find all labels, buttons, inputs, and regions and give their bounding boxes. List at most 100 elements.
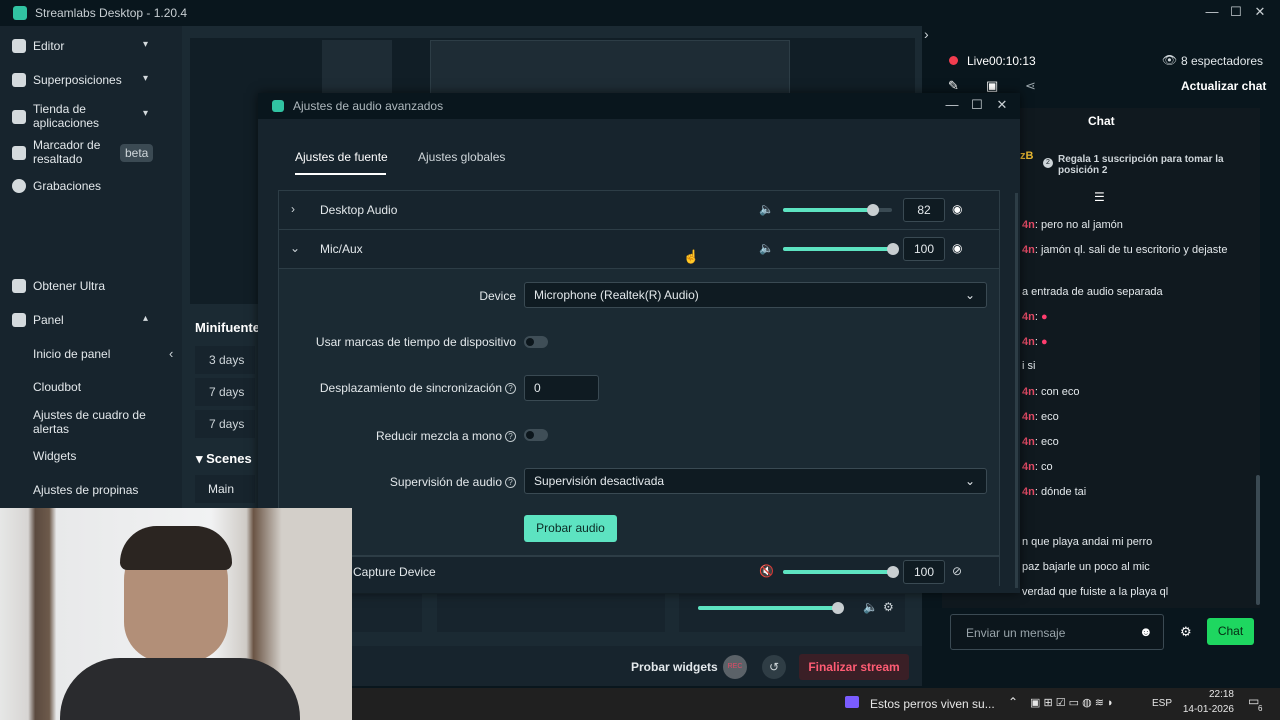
gear-icon[interactable]: ⚙ xyxy=(1180,624,1192,640)
chat-send-button[interactable]: Chat xyxy=(1207,618,1254,645)
eye-icon[interactable]: ◉ xyxy=(952,202,962,216)
chat-username[interactable]: 4n xyxy=(1022,336,1035,348)
clock-time[interactable]: 22:18 xyxy=(1192,689,1234,700)
source-row-capture-device[interactable]: Capture Device 🔇 100 ⊘ xyxy=(278,556,1000,586)
minimize-icon[interactable]: — xyxy=(1202,4,1222,19)
preview-sidebar xyxy=(322,40,392,96)
preview-content xyxy=(430,40,790,96)
chevron-down-icon: ▾ xyxy=(143,108,149,119)
chat-username[interactable]: 4n xyxy=(1022,244,1035,256)
speaker-icon[interactable]: 🔈 xyxy=(863,600,878,614)
sidebar-item-app-store[interactable]: Tienda de aplicaciones ▾ xyxy=(0,102,182,132)
volume-slider[interactable] xyxy=(783,204,892,216)
viewer-count: 8 espectadores xyxy=(1181,54,1264,68)
tab-global-settings[interactable]: Ajustes globales xyxy=(418,150,505,164)
chat-username[interactable]: 4n xyxy=(1022,486,1035,498)
chat-message: 4n: eco xyxy=(1022,436,1059,448)
person-hair xyxy=(120,526,232,570)
source-row-mic-aux[interactable]: ⌄ Mic/Aux 🔈 100 ◉ xyxy=(278,229,1000,268)
timestamps-toggle[interactable] xyxy=(524,336,548,348)
feed-item: 3 days xyxy=(195,346,255,374)
edit-icon[interactable]: ✎ xyxy=(948,78,959,94)
tray-icons[interactable]: ▣ ⊞ ☑ ▭ ◍ ≋ ◗ xyxy=(1030,696,1114,709)
sidebar-sub-dashboard[interactable]: Inicio de panel xyxy=(0,347,182,363)
chat-scrollbar[interactable] xyxy=(1256,475,1260,605)
sidebar-item-panel[interactable]: Panel ▴ xyxy=(0,313,182,329)
volume-input[interactable]: 100 xyxy=(903,560,945,584)
sidebar-sub-tips[interactable]: Ajustes de propinas xyxy=(0,483,182,499)
sidebar-sub-alertbox[interactable]: Ajustes de cuadro de alertas xyxy=(0,408,182,438)
volume-slider[interactable] xyxy=(783,566,899,578)
volume-input[interactable]: 82 xyxy=(903,198,945,222)
chevron-right-icon[interactable]: › xyxy=(924,26,929,42)
monitoring-label: Supervisión de audio? xyxy=(276,475,516,489)
emoji-icon[interactable]: ☻ xyxy=(1139,624,1153,639)
mixer-volume-slider[interactable] xyxy=(698,602,844,614)
media-title[interactable]: Estos perros viven su... xyxy=(870,697,995,711)
rec-button[interactable]: REC xyxy=(723,655,747,679)
tab-source-settings[interactable]: Ajustes de fuente xyxy=(295,150,388,164)
chevron-right-icon[interactable]: › xyxy=(291,202,295,216)
chat-message: paz bajarle un poco al mic xyxy=(1022,561,1150,573)
chat-username[interactable]: 4n xyxy=(1022,219,1035,231)
chevron-up-icon[interactable]: ⌃ xyxy=(1008,695,1018,709)
maximize-icon[interactable]: ☐ xyxy=(967,97,987,113)
gear-icon[interactable]: ⚙ xyxy=(883,600,894,614)
collapse-sidebar-icon[interactable]: ‹ xyxy=(169,346,173,361)
sidebar-item-ultra[interactable]: Obtener Ultra xyxy=(0,279,182,295)
scenes-title[interactable]: ▾ Scenes xyxy=(196,451,252,467)
feed-item: 7 days xyxy=(195,378,255,406)
dialog-scrollbar[interactable] xyxy=(1015,193,1018,588)
replay-buffer-icon[interactable]: ↺ xyxy=(762,655,786,679)
person-shirt xyxy=(60,658,300,720)
clock-date[interactable]: 14-01-2026 xyxy=(1180,704,1234,715)
chat-username[interactable]: 4n xyxy=(1022,411,1035,423)
help-icon[interactable]: ? xyxy=(505,383,516,395)
test-widgets-button[interactable]: Probar widgets xyxy=(631,660,718,674)
sidebar-item-editor[interactable]: Editor ▾ xyxy=(0,39,182,55)
chat-message: 4n: con eco xyxy=(1022,386,1080,398)
close-icon[interactable]: ✕ xyxy=(992,97,1012,113)
source-row-desktop-audio[interactable]: › Desktop Audio 🔈 82 ◉ xyxy=(278,190,1000,229)
end-stream-button[interactable]: Finalizar stream xyxy=(799,654,909,680)
sidebar-sub-cloudbot[interactable]: Cloudbot xyxy=(0,380,182,396)
eye-off-icon[interactable]: ⊘ xyxy=(952,564,962,578)
sync-offset-input[interactable]: 0 xyxy=(524,375,599,401)
test-audio-button[interactable]: Probar audio xyxy=(524,515,617,542)
chat-text: eco xyxy=(1040,411,1059,423)
webcam-feed xyxy=(0,508,352,720)
scene-item[interactable]: Main xyxy=(195,475,255,503)
maximize-icon[interactable]: ☐ xyxy=(1226,4,1246,20)
share-icon[interactable]: ⋖ xyxy=(1025,78,1036,94)
device-select[interactable]: Microphone (Realtek(R) Audio) ⌄ xyxy=(524,282,987,308)
sidebar-item-recordings[interactable]: Grabaciones xyxy=(0,179,182,195)
volume-input[interactable]: 100 xyxy=(903,237,945,261)
sidebar-sub-widgets[interactable]: Widgets xyxy=(0,449,182,465)
chat-input[interactable]: Enviar un mensaje ☻ xyxy=(950,614,1164,650)
chat-text: pero no al jamón xyxy=(1040,219,1123,231)
media-icon[interactable] xyxy=(845,696,859,708)
help-icon[interactable]: ? xyxy=(505,431,516,443)
eye-icon[interactable]: ◉ xyxy=(952,241,962,255)
chat-username[interactable]: 4n xyxy=(1022,436,1035,448)
chat-username[interactable]: 4n xyxy=(1022,461,1035,473)
chevron-down-icon[interactable]: ⌄ xyxy=(290,241,300,255)
monitoring-select[interactable]: Supervisión desactivada ⌄ xyxy=(524,468,987,494)
speaker-icon[interactable]: 🔈 xyxy=(759,241,774,255)
chat-username[interactable]: 4n xyxy=(1022,311,1035,323)
speaker-icon[interactable]: 🔈 xyxy=(759,202,774,216)
chat-username[interactable]: 4n xyxy=(1022,386,1035,398)
refresh-chat-button[interactable]: Actualizar chat xyxy=(1181,79,1266,93)
muted-speaker-icon[interactable]: 🔇 xyxy=(759,564,774,578)
sidebar-item-overlays[interactable]: Superposiciones ▾ xyxy=(0,73,182,89)
mono-toggle[interactable] xyxy=(524,429,548,441)
language-indicator[interactable]: ESP xyxy=(1152,698,1172,709)
close-icon[interactable]: ✕ xyxy=(1250,4,1270,20)
chat-message: i si xyxy=(1022,360,1035,372)
sidebar-item-highlighter[interactable]: Marcador de resaltado beta xyxy=(0,138,182,168)
volume-slider[interactable] xyxy=(783,243,899,255)
filter-icon[interactable]: ☰ xyxy=(1094,190,1105,204)
minimize-icon[interactable]: — xyxy=(942,97,962,112)
help-icon[interactable]: ? xyxy=(505,477,516,489)
store-icon[interactable]: ▣ xyxy=(986,78,998,94)
